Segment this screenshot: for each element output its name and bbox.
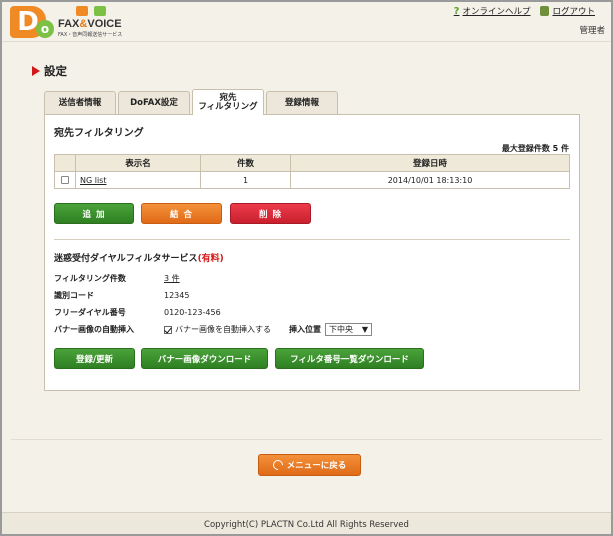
phone-icon bbox=[94, 6, 106, 16]
footer: Copyright(C) PLACTN Co.Ltd All Rights Re… bbox=[2, 512, 611, 534]
detail-row-count: フィルタリング件数 3 件 bbox=[54, 270, 454, 287]
banner-download-button[interactable]: バナー画像ダウンロード bbox=[141, 348, 268, 369]
service-title-label: 迷惑受付ダイヤルフィルタサービス bbox=[54, 254, 198, 264]
delete-button[interactable]: 削 除 bbox=[230, 203, 311, 224]
table-row: NG list 1 2014/10/01 18:13:10 bbox=[54, 171, 570, 189]
filter-section-title: 宛先フィルタリング bbox=[54, 128, 144, 139]
fax-icon bbox=[76, 6, 88, 16]
tab-label: DoFAX設定 bbox=[130, 98, 178, 108]
title-marker-icon bbox=[32, 66, 40, 76]
page-title: 設定 bbox=[32, 63, 67, 79]
filter-list-link[interactable]: NG list bbox=[80, 176, 106, 185]
filter-count-label: フィルタリング件数 bbox=[54, 274, 126, 283]
back-to-menu-label: メニューに戻る bbox=[286, 461, 347, 471]
merge-button[interactable]: 結 合 bbox=[141, 203, 222, 224]
insert-position-select[interactable]: 下中央 ▼ bbox=[325, 323, 372, 336]
logo-subtitle: FAX・音声同報送信サービス bbox=[58, 32, 123, 38]
column-header-count: 件数 bbox=[200, 154, 291, 172]
row-checkbox[interactable] bbox=[61, 176, 69, 184]
insert-position-label: 挿入位置 bbox=[289, 325, 321, 334]
row-select-cell bbox=[54, 171, 76, 189]
add-button[interactable]: 追 加 bbox=[54, 203, 134, 224]
user-name: 管理者 bbox=[579, 26, 605, 36]
bottom-divider bbox=[11, 439, 602, 440]
free-dial-value: 0120-123-456 bbox=[164, 308, 221, 317]
insert-position-value: 下中央 bbox=[329, 325, 353, 334]
filter-count-value: 3 件 bbox=[164, 273, 180, 284]
filter-count-link[interactable]: 3 件 bbox=[164, 274, 180, 283]
column-header-date: 登録日時 bbox=[290, 154, 570, 172]
tab-destination-filtering[interactable]: 宛先 フィルタリング bbox=[192, 89, 264, 115]
paid-badge: (有料) bbox=[197, 254, 224, 264]
detail-row-banner: バナー画像の自動挿入 バナー画像を自動挿入する 挿入位置 下中央 ▼ bbox=[54, 321, 454, 338]
tab-label: 送信者情報 bbox=[58, 98, 102, 108]
settings-tabs: 送信者情報 DoFAX設定 宛先 フィルタリング 登録情報 bbox=[44, 89, 338, 115]
app-frame: D o FAX&VOICE FAX・音声同報送信サービス ? オンラインヘルプ ロ… bbox=[0, 0, 613, 536]
logo-text: FAX&VOICE bbox=[58, 18, 122, 30]
tab-registration-info[interactable]: 登録情報 bbox=[266, 91, 338, 115]
free-dial-label: フリーダイヤル番号 bbox=[54, 308, 126, 317]
service-title: 迷惑受付ダイヤルフィルタサービス(有料) bbox=[54, 251, 224, 264]
tab-dofax-settings[interactable]: DoFAX設定 bbox=[118, 91, 190, 115]
logo-mark-o: o bbox=[36, 20, 54, 38]
back-to-menu-button[interactable]: メニューに戻る bbox=[258, 454, 361, 476]
id-code-value: 12345 bbox=[164, 291, 190, 300]
help-link-label: オンラインヘルプ bbox=[462, 7, 531, 17]
row-date-cell: 2014/10/01 18:13:10 bbox=[290, 171, 570, 189]
logout-link-label: ログアウト bbox=[552, 7, 595, 17]
select-column-header bbox=[54, 154, 76, 172]
settings-panel: 宛先フィルタリング 最大登録件数 5 件 表示名 件数 登録日時 NG list… bbox=[44, 114, 580, 391]
logout-icon bbox=[540, 6, 550, 16]
help-link[interactable]: ? オンラインヘルプ bbox=[453, 5, 531, 18]
tab-label: 登録情報 bbox=[284, 98, 319, 108]
logo-text-fax: FAX bbox=[58, 18, 80, 30]
section-divider bbox=[54, 239, 570, 240]
header: D o FAX&VOICE FAX・音声同報送信サービス ? オンラインヘルプ ロ… bbox=[2, 2, 611, 42]
filter-table: 表示名 件数 登録日時 NG list 1 2014/10/01 18:13:1… bbox=[54, 154, 570, 189]
filter-list-download-button[interactable]: フィルタ番号一覧ダウンロード bbox=[275, 348, 424, 369]
tab-label: 宛先 フィルタリング bbox=[198, 93, 258, 112]
page-title-label: 設定 bbox=[44, 64, 67, 78]
header-links: ? オンラインヘルプ ログアウト bbox=[453, 5, 595, 18]
banner-insert-checkbox[interactable] bbox=[164, 325, 172, 334]
column-header-name: 表示名 bbox=[75, 154, 201, 172]
chevron-down-icon: ▼ bbox=[361, 325, 368, 334]
tab-label-line2: フィルタリング bbox=[198, 101, 258, 112]
register-update-button[interactable]: 登録/更新 bbox=[54, 348, 135, 369]
logout-link[interactable]: ログアウト bbox=[540, 5, 595, 17]
return-icon bbox=[270, 457, 285, 473]
help-icon: ? bbox=[453, 5, 460, 17]
dofax-logo[interactable]: D o FAX&VOICE FAX・音声同報送信サービス bbox=[10, 6, 145, 40]
banner-insert-checkbox-label: バナー画像を自動挿入する bbox=[175, 325, 271, 334]
max-registration-label: 最大登録件数 5 件 bbox=[501, 144, 569, 153]
copyright-text: Copyright(C) PLACTN Co.Ltd All Rights Re… bbox=[204, 519, 409, 530]
id-code-label: 識別コード bbox=[54, 291, 94, 300]
detail-row-id: 識別コード 12345 bbox=[54, 287, 454, 304]
logo-text-voice: VOICE bbox=[87, 18, 122, 30]
banner-insert-option: バナー画像を自動挿入する bbox=[164, 324, 271, 335]
tab-sender-info[interactable]: 送信者情報 bbox=[44, 91, 116, 115]
banner-insert-label: バナー画像の自動挿入 bbox=[54, 325, 134, 334]
detail-row-dial: フリーダイヤル番号 0120-123-456 bbox=[54, 304, 454, 321]
table-header-row: 表示名 件数 登録日時 bbox=[54, 154, 570, 172]
row-count-cell: 1 bbox=[200, 171, 291, 189]
row-name-cell: NG list bbox=[75, 171, 201, 189]
service-details: フィルタリング件数 3 件 識別コード 12345 フリーダイヤル番号 0120… bbox=[54, 270, 454, 338]
logo-decoration bbox=[76, 6, 112, 18]
